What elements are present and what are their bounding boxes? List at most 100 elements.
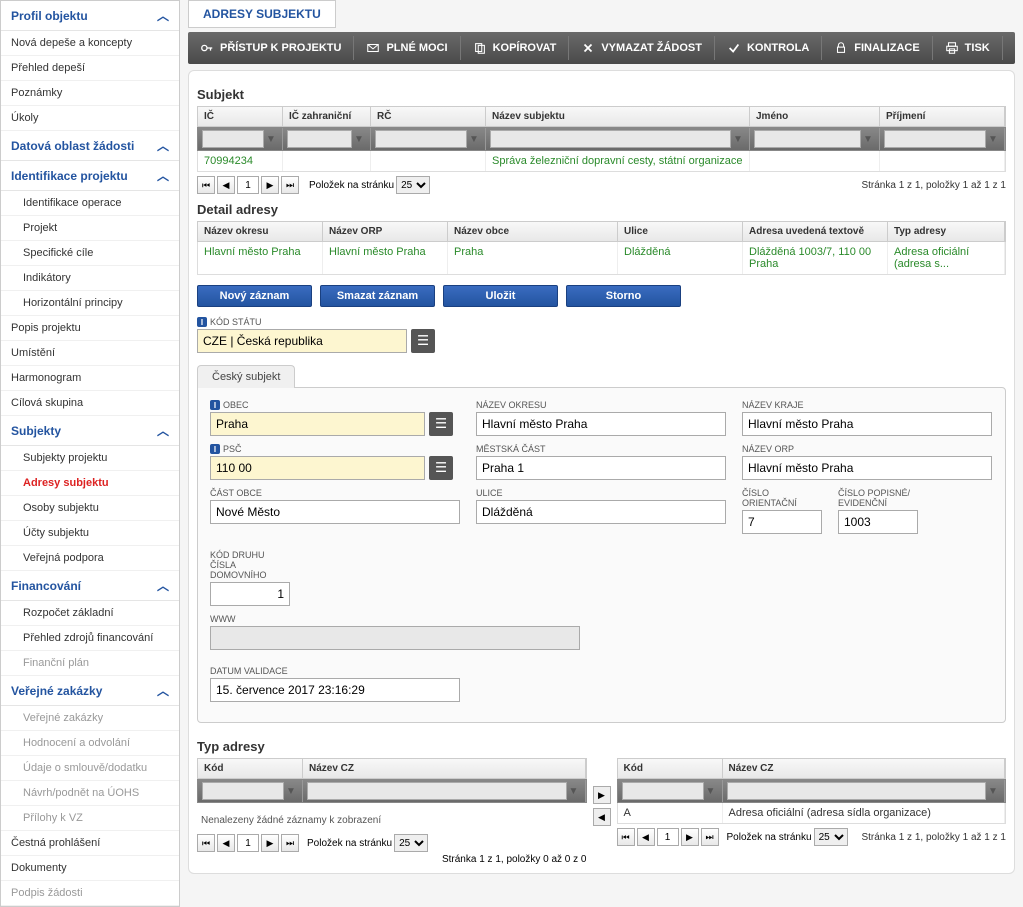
sidebar-item-navrh-uohs[interactable]: Návrh/podnět na ÚOHS (1, 781, 179, 806)
sidebar-item-cilova[interactable]: Cílová skupina (1, 391, 179, 416)
sidebar-item-prehled-zdroju[interactable]: Přehled zdrojů financování (1, 626, 179, 651)
pager-next[interactable]: ▶ (681, 828, 699, 846)
sidebar-item-prilohy-vz[interactable]: Přílohy k VZ (1, 806, 179, 831)
pager-size-select[interactable]: 25 (396, 176, 430, 194)
sidebar-item-osoby-subjektu[interactable]: Osoby subjektu (1, 496, 179, 521)
sidebar-item-ukoly[interactable]: Úkoly (1, 106, 179, 131)
ulozit-button[interactable]: Uložit (443, 285, 558, 307)
nazev-orp-input[interactable] (742, 456, 992, 480)
pager-prev[interactable]: ◀ (217, 834, 235, 852)
sidebar-section-datova[interactable]: Datová oblast žádosti ︿ (1, 131, 179, 161)
pager-next[interactable]: ▶ (261, 834, 279, 852)
obec-lookup-button[interactable]: ☰ (429, 412, 453, 436)
storno-button[interactable]: Storno (566, 285, 681, 307)
filter-icon[interactable]: ▼ (567, 784, 581, 798)
sidebar-item-cestna[interactable]: Čestná prohlášení (1, 831, 179, 856)
header-obec[interactable]: Název obce (448, 222, 618, 241)
sidebar-item-subjekty-projektu[interactable]: Subjekty projektu (1, 446, 179, 471)
datum-validace-input[interactable] (210, 678, 460, 702)
filter-icon[interactable]: ▼ (284, 784, 298, 798)
subjekt-row[interactable]: 70994234 Správa železniční dopravní cest… (197, 151, 1006, 172)
move-left-button[interactable]: ◀ (593, 808, 611, 826)
toolbar-kopirovat[interactable]: KOPÍROVAT (461, 36, 570, 60)
pager-size-select[interactable]: 25 (814, 828, 848, 846)
sidebar-item-projekt[interactable]: Projekt (1, 216, 179, 241)
header-prijmeni[interactable]: Příjmení (880, 107, 1005, 126)
header-nazev-cz[interactable]: Název CZ (303, 759, 586, 778)
filter-icon[interactable]: ▼ (861, 132, 875, 146)
smazat-zaznam-button[interactable]: Smazat záznam (320, 285, 435, 307)
sidebar-item-podpis[interactable]: Podpis žádosti (1, 881, 179, 906)
filter-icon[interactable]: ▼ (731, 132, 745, 146)
pager-page-input[interactable] (237, 176, 259, 194)
filter-icon[interactable]: ▼ (467, 132, 481, 146)
cislo-pop-input[interactable] (838, 510, 918, 534)
pager-last[interactable]: ⏭ (281, 834, 299, 852)
sidebar-item-adresy-subjektu[interactable]: Adresy subjektu (1, 471, 179, 496)
sidebar-item-hodnoceni[interactable]: Hodnocení a odvolání (1, 731, 179, 756)
sidebar-item-ucty-subjektu[interactable]: Účty subjektu (1, 521, 179, 546)
filter-kod-right[interactable] (622, 782, 704, 800)
pager-last[interactable]: ⏭ (281, 176, 299, 194)
sidebar-item-verejna-podpora[interactable]: Veřejná podpora (1, 546, 179, 571)
toolbar-finalizace[interactable]: FINALIZACE (822, 36, 932, 60)
sidebar-item-rozpocet[interactable]: Rozpočet základní (1, 601, 179, 626)
sidebar-section-financovani[interactable]: Financování ︿ (1, 571, 179, 601)
sidebar-section-profil[interactable]: Profil objektu ︿ (1, 1, 179, 31)
cislo-or-input[interactable] (742, 510, 822, 534)
obec-input[interactable] (210, 412, 425, 436)
sidebar-item-poznamky[interactable]: Poznámky (1, 81, 179, 106)
www-input[interactable] (210, 626, 580, 650)
header-typ[interactable]: Typ adresy (888, 222, 1005, 241)
sidebar-item-prehled-depesi[interactable]: Přehled depeší (1, 56, 179, 81)
filter-icon[interactable]: ▼ (352, 132, 366, 146)
psc-input[interactable] (210, 456, 425, 480)
toolbar-kontrola[interactable]: KONTROLA (715, 36, 822, 60)
filter-icon[interactable]: ▼ (986, 784, 1000, 798)
sidebar-item-popis[interactable]: Popis projektu (1, 316, 179, 341)
kod-statu-lookup-button[interactable]: ☰ (411, 329, 435, 353)
nazev-okresu-input[interactable] (476, 412, 726, 436)
filter-nazev[interactable] (490, 130, 731, 148)
toolbar-vymazat[interactable]: VYMAZAT ŽÁDOST (569, 36, 715, 60)
sidebar-item-dokumenty[interactable]: Dokumenty (1, 856, 179, 881)
subtab-cesky-subjekt[interactable]: Český subjekt (197, 365, 295, 388)
header-ulice[interactable]: Ulice (618, 222, 743, 241)
psc-lookup-button[interactable]: ☰ (429, 456, 453, 480)
sidebar-item-umisteni[interactable]: Umístění (1, 341, 179, 366)
sidebar-item-horizontalni[interactable]: Horizontální principy (1, 291, 179, 316)
pager-next[interactable]: ▶ (261, 176, 279, 194)
sidebar-section-identifikace[interactable]: Identifikace projektu ︿ (1, 161, 179, 191)
pager-last[interactable]: ⏭ (701, 828, 719, 846)
pager-prev[interactable]: ◀ (637, 828, 655, 846)
sidebar-item-identifikace-operace[interactable]: Identifikace operace (1, 191, 179, 216)
header-icz[interactable]: IČ zahraniční (283, 107, 371, 126)
kod-druhu-input[interactable] (210, 582, 290, 606)
header-nazev[interactable]: Název subjektu (486, 107, 750, 126)
filter-icon[interactable]: ▼ (264, 132, 278, 146)
header-jmeno[interactable]: Jméno (750, 107, 880, 126)
pager-first[interactable]: ⏮ (617, 828, 635, 846)
filter-rc[interactable] (375, 130, 467, 148)
tab-adresy-subjektu[interactable]: ADRESY SUBJEKTU (188, 0, 336, 28)
sidebar-item-indikatory[interactable]: Indikátory (1, 266, 179, 291)
sidebar-item-financni-plan[interactable]: Finanční plán (1, 651, 179, 676)
filter-ic[interactable] (202, 130, 264, 148)
filter-icz[interactable] (287, 130, 352, 148)
sidebar-item-udaje-smlouve[interactable]: Údaje o smlouvě/dodatku (1, 756, 179, 781)
mestska-cast-input[interactable] (476, 456, 726, 480)
pager-first[interactable]: ⏮ (197, 834, 215, 852)
nazev-kraje-input[interactable] (742, 412, 992, 436)
header-rc[interactable]: RČ (371, 107, 486, 126)
header-kod[interactable]: Kód (198, 759, 303, 778)
detail-row[interactable]: Hlavní město Praha Hlavní město Praha Pr… (197, 242, 1006, 275)
filter-kod-left[interactable] (202, 782, 284, 800)
pager-page-input[interactable] (237, 834, 259, 852)
toolbar-pristup[interactable]: PŘÍSTUP K PROJEKTU (188, 36, 354, 60)
header-ic[interactable]: IČ (198, 107, 283, 126)
sidebar-item-nova-depese[interactable]: Nová depeše a koncepty (1, 31, 179, 56)
sidebar-section-subjekty[interactable]: Subjekty ︿ (1, 416, 179, 446)
typ-adresy-row[interactable]: A Adresa oficiální (adresa sídla organiz… (617, 803, 1007, 824)
header-orp[interactable]: Název ORP (323, 222, 448, 241)
pager-size-select[interactable]: 25 (394, 834, 428, 852)
